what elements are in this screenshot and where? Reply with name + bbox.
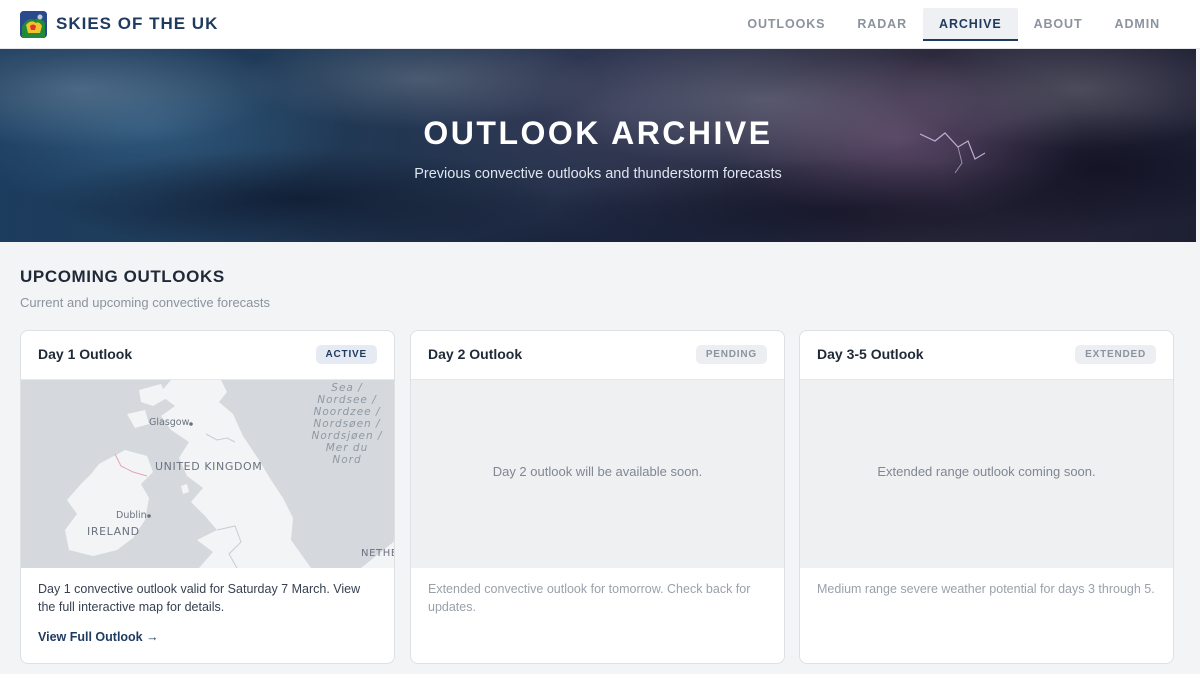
- card-description: Day 1 convective outlook valid for Satur…: [38, 582, 361, 614]
- card-header: Day 3-5 Outlook EXTENDED: [800, 331, 1173, 380]
- nav-archive[interactable]: ARCHIVE: [923, 7, 1018, 41]
- card-placeholder-area: Day 2 outlook will be available soon.: [411, 380, 784, 568]
- brand[interactable]: SKIES OF THE UK: [20, 10, 218, 38]
- map-label-glasgow: Glasgow: [149, 417, 190, 428]
- map-canvas[interactable]: Glasgow UNITED KINGDOM Dublin IRELAND NE…: [21, 380, 395, 569]
- card-header: Day 2 Outlook PENDING: [411, 331, 784, 380]
- main-nav: OUTLOOKS RADAR ARCHIVE ABOUT ADMIN: [731, 0, 1176, 48]
- status-badge: PENDING: [695, 345, 767, 364]
- nav-admin[interactable]: ADMIN: [1099, 8, 1176, 41]
- view-full-outlook-link[interactable]: View Full Outlook →: [38, 630, 159, 644]
- map-label-netherlands: NETHE: [361, 548, 395, 559]
- section-subtitle: Current and upcoming convective forecast…: [20, 295, 271, 310]
- hero-banner: OUTLOOK ARCHIVE Previous convective outl…: [0, 49, 1196, 242]
- map-label-uk: UNITED KINGDOM: [155, 460, 263, 473]
- outlook-card-day3-5: Day 3-5 Outlook EXTENDED Extended range …: [799, 330, 1174, 664]
- card-description: Medium range severe weather potential fo…: [817, 582, 1155, 596]
- card-title: Day 2 Outlook: [428, 346, 523, 362]
- nav-about[interactable]: ABOUT: [1018, 8, 1099, 41]
- card-header: Day 1 Outlook ACTIVE: [21, 331, 394, 380]
- nav-outlooks[interactable]: OUTLOOKS: [731, 8, 841, 41]
- card-description: Extended convective outlook for tomorrow…: [428, 582, 751, 614]
- brand-logo-icon: [20, 10, 47, 38]
- card-placeholder-area: Extended range outlook coming soon.: [800, 380, 1173, 568]
- map-label-dublin: Dublin: [116, 510, 147, 521]
- outlook-map[interactable]: Glasgow UNITED KINGDOM Dublin IRELAND NE…: [21, 380, 395, 569]
- map-label-ireland: IRELAND: [87, 525, 140, 538]
- card-title: Day 3-5 Outlook: [817, 346, 924, 362]
- placeholder-text: Extended range outlook coming soon.: [877, 464, 1096, 479]
- brand-title: SKIES OF THE UK: [56, 14, 219, 33]
- section-title: UPCOMING OUTLOOKS: [20, 267, 225, 286]
- status-badge: ACTIVE: [315, 345, 377, 364]
- outlook-card-day2: Day 2 Outlook PENDING Day 2 outlook will…: [410, 330, 785, 664]
- card-title: Day 1 Outlook: [38, 346, 133, 362]
- map-label-north-sea: Sea / Nordsee / Noordzee / Nordsøen / No…: [311, 382, 383, 466]
- nav-radar[interactable]: RADAR: [841, 8, 923, 41]
- page-subtitle: Previous convective outlooks and thunder…: [414, 166, 782, 182]
- placeholder-text: Day 2 outlook will be available soon.: [492, 464, 703, 479]
- status-badge: EXTENDED: [1075, 345, 1156, 364]
- outlook-card-day1: Day 1 Outlook ACTIVE Glasgow UNITED KING…: [20, 330, 395, 664]
- top-navbar: SKIES OF THE UK OUTLOOKS RADAR ARCHIVE A…: [0, 0, 1200, 49]
- page-title: OUTLOOK ARCHIVE: [423, 115, 773, 151]
